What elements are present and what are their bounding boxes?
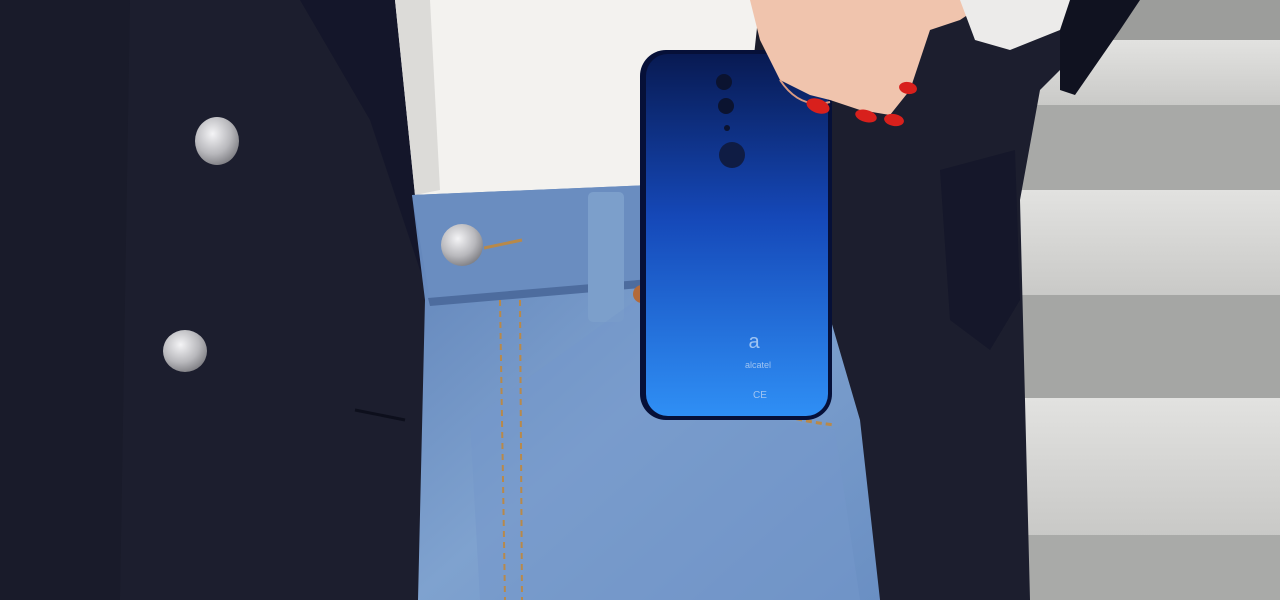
photo-illustration: a alcatel CE (0, 0, 1280, 600)
phone-camera-2 (718, 98, 734, 114)
jeans-button (441, 224, 483, 266)
jacket-left (0, 0, 440, 600)
phone-brand-mark: alcatel (745, 360, 771, 370)
jacket-button-lower (163, 330, 207, 372)
phone-regulatory-mark: CE (753, 390, 767, 401)
jacket-button-upper (195, 117, 239, 165)
svg-text:a: a (748, 331, 760, 353)
phone-fingerprint (719, 142, 745, 168)
belt-loop (588, 192, 624, 322)
smartphone: a alcatel CE (640, 50, 832, 420)
phone-camera-1 (716, 74, 732, 90)
photo-scene: a alcatel CE (0, 0, 1280, 600)
